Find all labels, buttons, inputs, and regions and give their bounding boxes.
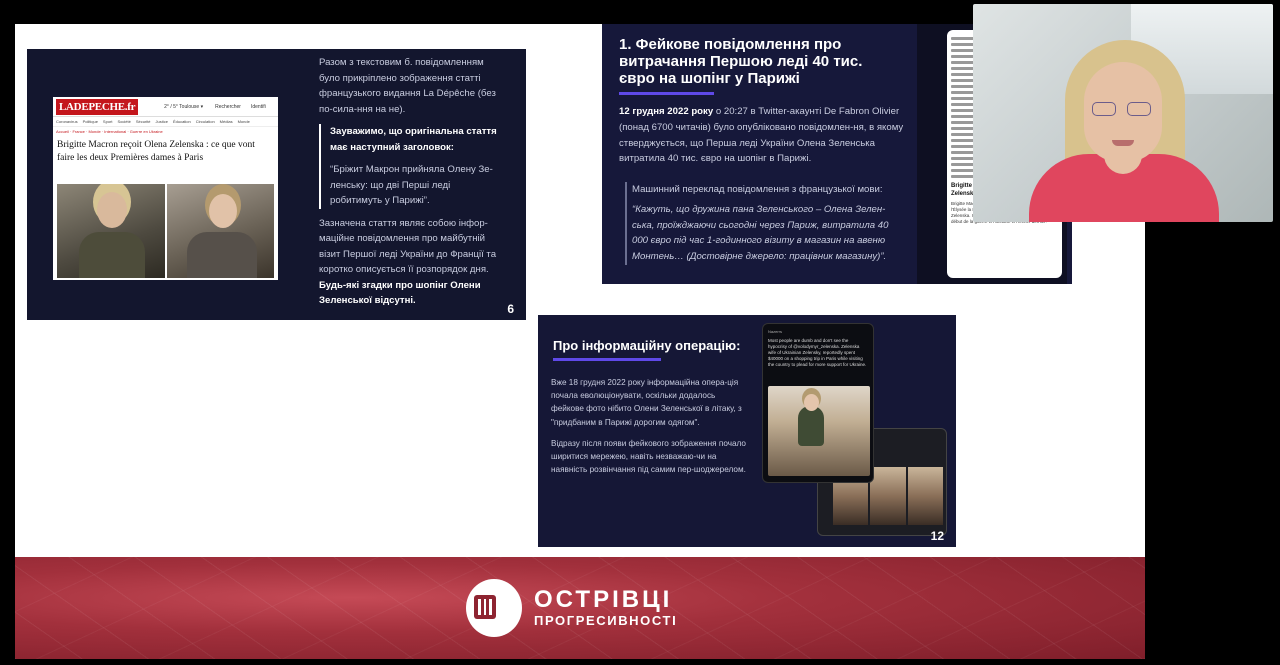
brand-logo: ОСТРІВЦІ ПРОГРЕСИВНОСТІ (466, 579, 677, 637)
slide-6-text: Разом з текстовим б. повідомленням було … (319, 55, 501, 316)
webcam-video (973, 4, 1273, 222)
article-photos (57, 184, 274, 278)
slide-12-paragraph-1: Вже 18 грудня 2022 року інформаційна опе… (551, 378, 742, 427)
slide-5-date: 12 грудня 2022 року (619, 106, 714, 117)
slide-5-body: 12 грудня 2022 року о 20:27 в Twitter-ак… (619, 104, 904, 167)
article-search: Rechercher (215, 103, 241, 110)
slide-6-paragraph-2: Зазначена стаття являє собою інфор-мацій… (319, 217, 497, 276)
tweet-text: Most people are dumb and don't see the h… (768, 338, 867, 367)
nav-item: Monde (237, 119, 250, 124)
slide-5-quote-label: Машинний переклад повідомлення з француз… (632, 184, 883, 195)
nav-item: Sécurité (135, 119, 151, 124)
brand-name-line2: ПРОГРЕСИВНОСТІ (534, 613, 678, 628)
tweet-screenshot-front: Nazerrs Most people are dumb and don't s… (762, 323, 874, 483)
nav-item: Circulation (195, 119, 215, 124)
slide-6-quote-block: Зауважимо, що оригінальна стаття має нас… (319, 124, 501, 209)
slide-12-body: Вже 18 грудня 2022 року інформаційна опе… (551, 376, 747, 484)
brand-name-line1: ОСТРІВЦІ (534, 586, 673, 613)
slide-6-conclusion: Будь-які згадки про шопінг Олени Зеленсь… (319, 279, 481, 307)
slide-5-quote-block: Машинний переклад повідомлення з француз… (625, 182, 905, 265)
slide-5-title: 1. Фейкове повідомлення про витрачання П… (619, 36, 863, 87)
photo-brigitte-macron (57, 184, 165, 278)
fake-plane-photo (768, 386, 870, 476)
slide-5-quote: “Кажуть, що дружина пана Зеленського – О… (632, 203, 889, 263)
brand-mark-icon (466, 579, 522, 637)
accent-underline (553, 358, 661, 361)
accent-underline (619, 92, 714, 95)
nav-item: Médias (219, 119, 233, 124)
article-header: LADEPECHE.fr 2° / 5° Toulouse ▾ Recherch… (53, 97, 278, 117)
photo-olena-zelenska (166, 184, 274, 278)
slide-12-paragraph-2: Відразу після появи фейкового зображення… (551, 438, 746, 475)
slide-6: LADEPECHE.fr 2° / 5° Toulouse ▾ Recherch… (27, 49, 526, 320)
slide-number: 12 (930, 529, 944, 543)
slide-number: 5 (1053, 266, 1060, 280)
slide-6-paragraph-1: Разом з текстовим б. повідомленням було … (319, 57, 496, 115)
article-screenshot: LADEPECHE.fr 2° / 5° Toulouse ▾ Recherch… (53, 97, 278, 280)
weather-widget: 2° / 5° Toulouse ▾ (164, 103, 204, 110)
tweet-user: Nazerrs (768, 329, 783, 334)
slide-number: 6 (507, 302, 514, 316)
nav-item: Éducation (172, 119, 191, 124)
nav-item: Coronavirus (56, 119, 78, 124)
nav-item: Justice (155, 119, 168, 124)
article-breadcrumb: Accueil · France · Monde · International… (56, 129, 163, 134)
article-account: Identifi (250, 103, 266, 110)
slide-6-note: Зауважимо, що оригінальна стаття має нас… (330, 126, 497, 153)
brand-banner: ОСТРІВЦІ ПРОГРЕСИВНОСТІ (15, 557, 1145, 659)
slide-12-title: Про інформаційну операцію: (553, 338, 741, 353)
slide-12: Про інформаційну операцію: Вже 18 грудня… (538, 315, 956, 547)
article-title: Brigitte Macron reçoit Olena Zelenska : … (57, 140, 255, 164)
nav-item: Sport (102, 119, 113, 124)
article-nav: Coronavirus Politique Sport Société Sécu… (53, 117, 278, 127)
nav-item: Politique (82, 119, 98, 124)
slide-6-quote: “Бріжит Макрон прийняла Олену Зе-ленську… (330, 164, 493, 206)
ladepeche-logo: LADEPECHE.fr (56, 98, 139, 115)
nav-item: Société (117, 119, 131, 124)
